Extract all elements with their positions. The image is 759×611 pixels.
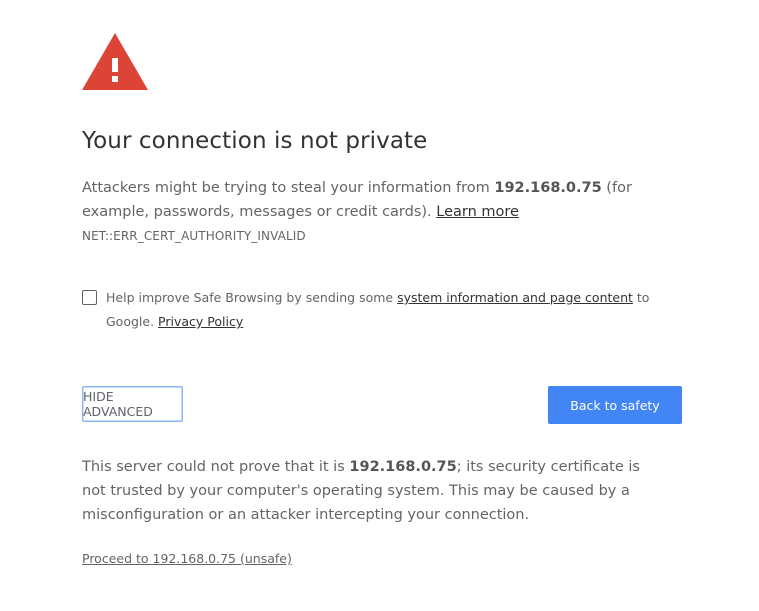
advanced-host: 192.168.0.75 — [349, 459, 457, 475]
interstitial-page: Your connection is not private Attackers… — [0, 0, 759, 611]
warning-triangle-icon — [82, 33, 148, 90]
safe-browsing-text-before: Help improve Safe Browsing by sending so… — [106, 290, 398, 305]
safe-browsing-checkbox[interactable] — [82, 290, 97, 305]
intro-text-before: Attackers might be trying to steal your … — [82, 180, 495, 196]
intro-text: Attackers might be trying to steal your … — [82, 176, 682, 224]
hide-advanced-button[interactable]: HIDE ADVANCED — [82, 386, 183, 422]
page-title: Your connection is not private — [82, 128, 428, 154]
safe-browsing-row: Help improve Safe Browsing by sending so… — [82, 289, 682, 337]
back-to-safety-button[interactable]: Back to safety — [548, 386, 682, 424]
intro-host: 192.168.0.75 — [494, 180, 602, 196]
advanced-details-text: This server could not prove that it is 1… — [82, 455, 662, 527]
learn-more-link[interactable]: Learn more — [436, 204, 519, 220]
error-code: NET::ERR_CERT_AUTHORITY_INVALID — [82, 229, 306, 243]
advanced-text-before: This server could not prove that it is — [82, 459, 350, 475]
privacy-policy-link[interactable]: Privacy Policy — [158, 314, 243, 329]
safe-browsing-label: Help improve Safe Browsing by sending so… — [106, 286, 682, 334]
system-info-link[interactable]: system information and page content — [397, 290, 633, 305]
proceed-unsafe-link[interactable]: Proceed to 192.168.0.75 (unsafe) — [82, 551, 292, 566]
